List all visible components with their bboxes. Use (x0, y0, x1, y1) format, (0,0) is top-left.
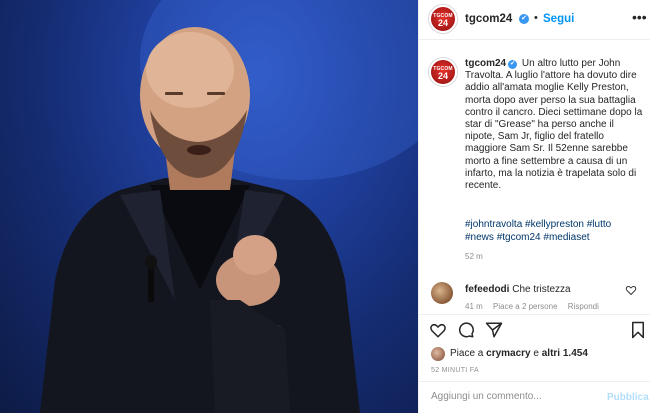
verified-icon: ✔ (508, 60, 518, 69)
heart-icon[interactable] (429, 321, 447, 339)
comment-likes[interactable]: Piace a 2 persone (493, 302, 558, 311)
caption-avatar[interactable]: TGCOM 24 (429, 58, 457, 86)
post-timestamp: 52 MINUTI FA (431, 367, 479, 374)
save-icon[interactable] (629, 321, 647, 339)
comment-box: Pubblica (419, 381, 650, 413)
likes-summary: Piace a crymacry e altri 1.454 (450, 348, 588, 359)
account-name[interactable]: tgcom24 (465, 13, 512, 25)
follow-button[interactable]: Segui (543, 13, 574, 25)
likes-middle: e (533, 348, 539, 359)
liker-name[interactable]: crymacry (486, 348, 530, 359)
post-panel: TGCOM 24 tgcom24 ✔ • Segui ••• TGCOM 24 … (418, 0, 650, 413)
caption-username[interactable]: tgcom24 (465, 58, 506, 69)
comment-body: Che tristezza (512, 284, 571, 295)
post-caption: tgcom24 ✔ Un altro lutto per John Travolt… (465, 58, 645, 192)
logo-number: 24 (437, 18, 448, 28)
comment-input[interactable] (431, 391, 591, 402)
caption-timestamp: 52 m (465, 252, 483, 261)
hashtag[interactable]: #kellypreston (525, 219, 584, 230)
publish-button[interactable]: Pubblica (607, 392, 649, 403)
comment-time: 41 m (465, 302, 483, 311)
hashtag[interactable]: #news (465, 232, 494, 243)
likes-prefix: Piace a (450, 348, 484, 359)
hashtag[interactable]: #lutto (587, 219, 611, 230)
likes-count[interactable]: altri 1.454 (542, 348, 588, 359)
commenter-name[interactable]: fefeedodi (465, 284, 509, 295)
hashtag[interactable]: #johntravolta (465, 219, 522, 230)
liker-avatar[interactable] (431, 347, 445, 361)
hashtag[interactable]: #tgcom24 (497, 232, 541, 243)
photo-illustration (40, 0, 418, 413)
share-icon[interactable] (485, 321, 503, 339)
post-header: TGCOM 24 tgcom24 ✔ • Segui ••• (419, 0, 650, 40)
post-photo[interactable] (0, 0, 418, 413)
more-options-icon[interactable]: ••• (632, 9, 647, 25)
caption-text: Un altro lutto per John Travolta. A lugl… (465, 58, 643, 192)
account-avatar[interactable]: TGCOM 24 (429, 5, 457, 33)
commenter-avatar[interactable] (431, 282, 453, 304)
hashtag-list: #johntravolta #kellypreston #lutto #news… (465, 218, 645, 244)
comment-icon[interactable] (457, 321, 475, 339)
comment-heart-icon[interactable] (625, 284, 637, 296)
comment-text: fefeedodi Che tristezza (465, 284, 571, 295)
comment-meta: 41 m Piace a 2 persone Rispondi (465, 302, 607, 311)
verified-icon: ✔ (519, 14, 529, 24)
hashtag[interactable]: #mediaset (543, 232, 589, 243)
logo-number: 24 (437, 71, 448, 81)
separator-dot: • (534, 12, 538, 24)
reply-button[interactable]: Rispondi (568, 302, 599, 311)
